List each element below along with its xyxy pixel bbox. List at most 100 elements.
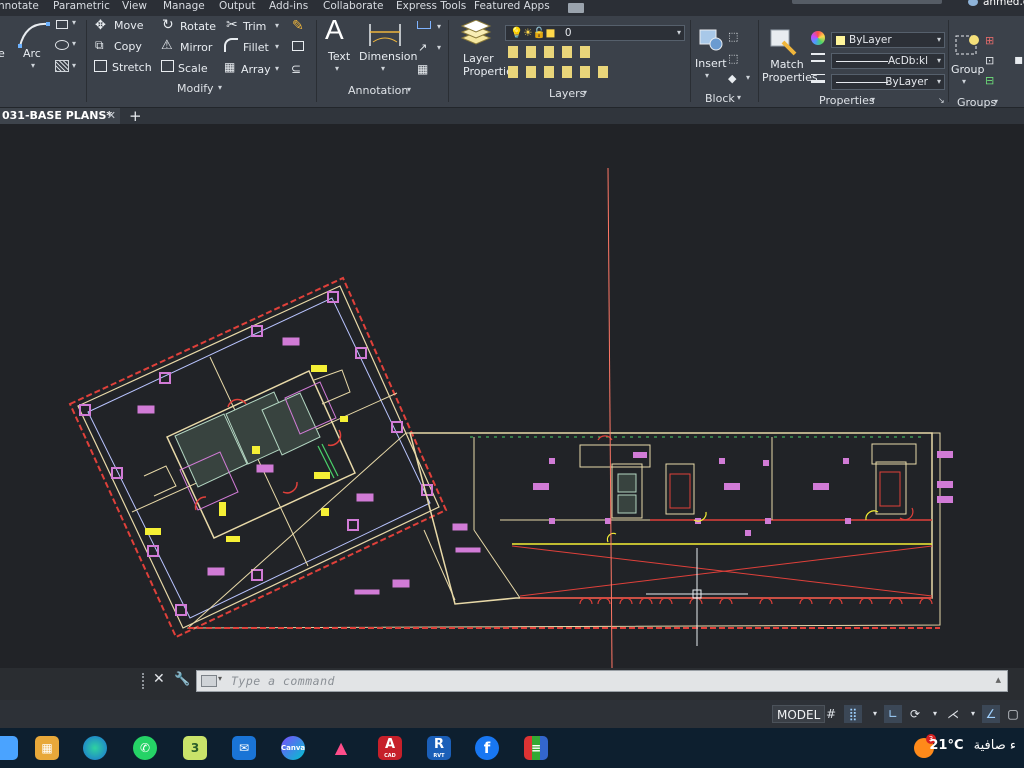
- command-grip-icon[interactable]: [142, 673, 148, 689]
- lineweight-dropdown[interactable]: ByLayer ▾: [831, 74, 945, 90]
- store-icon[interactable]: ▦: [35, 736, 59, 760]
- properties-panel-title[interactable]: Properties: [819, 94, 875, 107]
- fillet-icon: [224, 38, 238, 52]
- layers-panel-title[interactable]: Layers: [549, 87, 585, 100]
- hatch-icon[interactable]: [55, 60, 69, 72]
- command-input[interactable]: ▾ Type a command ▴: [196, 670, 1008, 692]
- weather-widget[interactable]: 21°C ء صافية: [929, 738, 1016, 753]
- mirror-button[interactable]: Mirror: [180, 41, 212, 54]
- edge-icon[interactable]: [83, 736, 107, 760]
- polar-dropdown-icon[interactable]: ▾: [926, 705, 944, 723]
- user-name[interactable]: ahmed.er: [983, 0, 1024, 8]
- snap-dropdown-icon[interactable]: ▾: [866, 705, 884, 723]
- properties-dialog-launcher[interactable]: ↘: [938, 96, 945, 105]
- explode-icon[interactable]: [292, 41, 304, 51]
- create-block-icon[interactable]: ⬚: [728, 30, 738, 43]
- layer-tools-row-1[interactable]: [508, 46, 592, 58]
- ungroup-icon[interactable]: ⊞: [985, 34, 994, 47]
- search-field[interactable]: [792, 0, 942, 4]
- rotate-button[interactable]: Rotate: [180, 20, 216, 33]
- utilities-icon[interactable]: ▪: [1014, 52, 1024, 68]
- command-expand-icon[interactable]: ▴: [995, 673, 1001, 686]
- file-tab[interactable]: 031-BASE PLANS* ✕: [0, 108, 120, 124]
- facebook-icon[interactable]: f: [475, 736, 499, 760]
- dimension-button[interactable]: Dimension: [359, 50, 417, 63]
- rectangle-icon[interactable]: [56, 20, 68, 29]
- close-command-icon[interactable]: ✕: [153, 671, 165, 687]
- copy-button[interactable]: Copy: [114, 40, 142, 53]
- ribbon-options-icon[interactable]: [568, 3, 584, 13]
- drawing-canvas[interactable]: [0, 124, 1024, 668]
- grid-icon[interactable]: #: [822, 705, 840, 723]
- layer-tools-row-2[interactable]: [508, 66, 608, 78]
- group-edit-icon[interactable]: ⊡: [985, 54, 994, 67]
- object-snap-icon[interactable]: ▢: [1004, 705, 1022, 723]
- autocad-icon[interactable]: A CAD: [378, 736, 402, 760]
- isodraft-dropdown-icon[interactable]: ▾: [964, 705, 982, 723]
- erase-pencil-icon[interactable]: ✎: [292, 18, 304, 34]
- tab-express-tools[interactable]: Express Tools: [396, 0, 466, 12]
- array-button[interactable]: Array: [241, 63, 271, 76]
- edit-block-icon[interactable]: ⬚: [728, 52, 738, 65]
- customize-wrench-icon[interactable]: 🔧: [174, 672, 190, 687]
- separator: [448, 20, 449, 102]
- tab-output[interactable]: Output: [219, 0, 255, 12]
- ellipse-icon[interactable]: [55, 40, 69, 50]
- table-icon[interactable]: ▦: [417, 62, 428, 76]
- block-panel-title[interactable]: Block: [705, 92, 735, 105]
- tab-parametric[interactable]: Parametric: [53, 0, 110, 12]
- modify-panel-title[interactable]: Modify: [177, 82, 213, 95]
- linear-dim-icon[interactable]: [417, 21, 431, 29]
- isodraft-icon[interactable]: ⋌: [944, 705, 962, 723]
- model-space-button[interactable]: MODEL: [772, 705, 826, 723]
- linetype-dropdown[interactable]: AcDb:kl ▾: [831, 53, 945, 69]
- layer-properties-button[interactable]: Layer Properties: [463, 52, 519, 78]
- snap-icon[interactable]: ⣿: [844, 705, 862, 723]
- command-history-icon[interactable]: [201, 675, 217, 687]
- search-icon[interactable]: [0, 736, 18, 760]
- tab-featured-apps[interactable]: Featured Apps: [474, 0, 550, 12]
- color-dropdown[interactable]: ByLayer ▾: [831, 32, 945, 48]
- block-attributes-icon[interactable]: ◆: [728, 72, 736, 85]
- match-properties-button[interactable]: Match Properties: [762, 58, 818, 84]
- arc-icon[interactable]: [16, 20, 52, 48]
- move-button[interactable]: Move: [114, 19, 144, 32]
- scale-button[interactable]: Scale: [178, 62, 208, 75]
- rotated-tower-plan: [68, 276, 481, 639]
- arc-button-label[interactable]: Arc: [23, 47, 41, 60]
- leader-icon[interactable]: ↗: [418, 41, 427, 54]
- user-icon: [968, 0, 978, 6]
- text-button[interactable]: Text: [328, 50, 350, 63]
- insert-button[interactable]: Insert: [695, 57, 727, 70]
- stretch-button[interactable]: Stretch: [112, 61, 152, 74]
- revit-icon[interactable]: R RVT: [427, 736, 451, 760]
- autodesk-icon[interactable]: ▲: [329, 736, 353, 760]
- copy-icon: ⧉: [95, 38, 104, 52]
- separator: [316, 20, 317, 102]
- tab-manage[interactable]: Manage: [163, 0, 205, 12]
- linetype-icon: [811, 53, 825, 62]
- offset-icon[interactable]: ⊆: [291, 62, 301, 76]
- group-button[interactable]: Group: [951, 63, 985, 76]
- winrar-icon[interactable]: ≡: [524, 736, 548, 760]
- tab-collaborate[interactable]: Collaborate: [323, 0, 383, 12]
- layer-dropdown[interactable]: 💡☀🔓■ 0 ▾: [505, 25, 685, 41]
- mail-icon[interactable]: ✉: [232, 736, 256, 760]
- tab-add-ins[interactable]: Add-ins: [269, 0, 308, 12]
- ortho-icon[interactable]: ∟: [884, 705, 902, 723]
- trim-button[interactable]: Trim: [243, 20, 266, 33]
- tab-view[interactable]: View: [122, 0, 147, 12]
- group-select-icon[interactable]: ⊟: [985, 74, 994, 87]
- whatsapp-icon[interactable]: ✆: [133, 736, 157, 760]
- separator: [690, 20, 691, 102]
- annotation-panel-title[interactable]: Annotation: [348, 84, 408, 97]
- tab-annotate[interactable]: nnotate: [0, 0, 39, 12]
- canva-icon[interactable]: Canva: [281, 736, 305, 760]
- fillet-button[interactable]: Fillet: [243, 41, 269, 54]
- close-tab-icon[interactable]: ✕: [107, 108, 116, 124]
- group-icon: [955, 35, 979, 55]
- app-3-icon[interactable]: 3: [183, 736, 207, 760]
- object-snap-tracking-icon[interactable]: ∠: [982, 705, 1000, 723]
- polar-icon[interactable]: ⟳: [906, 705, 924, 723]
- new-tab-button[interactable]: +: [129, 107, 142, 125]
